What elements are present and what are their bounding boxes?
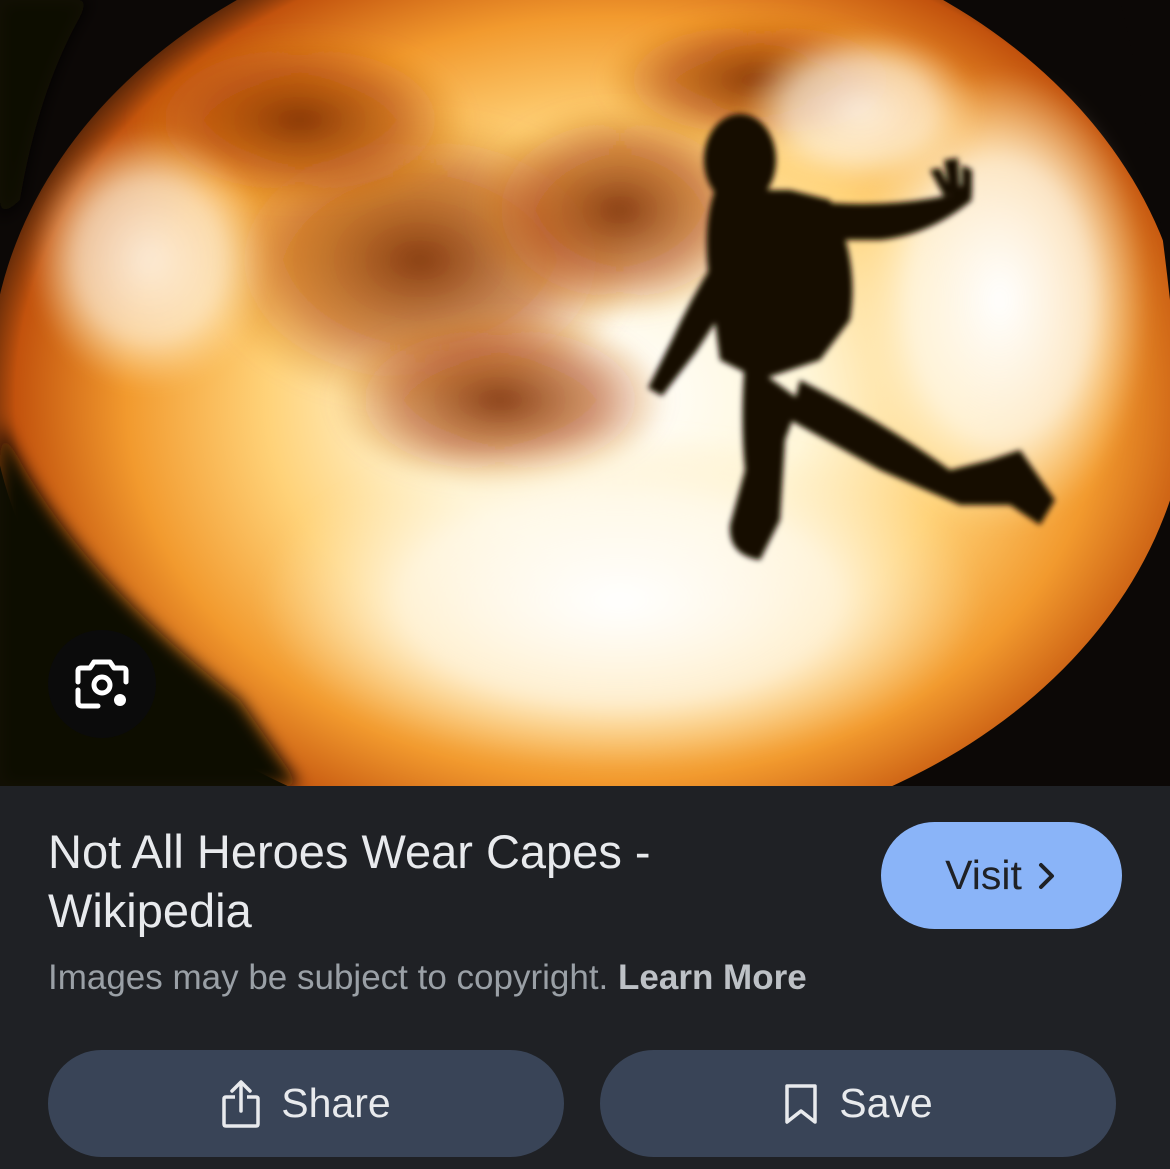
result-info-panel: Not All Heroes Wear Capes - Wikipedia Im… xyxy=(0,786,1170,1169)
share-label: Share xyxy=(281,1080,391,1126)
visit-label: Visit xyxy=(945,852,1022,898)
bookmark-icon xyxy=(783,1082,819,1126)
result-title[interactable]: Not All Heroes Wear Capes - Wikipedia xyxy=(48,822,848,940)
lens-camera-icon xyxy=(74,656,130,712)
result-image[interactable] xyxy=(0,0,1170,786)
share-icon xyxy=(221,1079,261,1129)
save-label: Save xyxy=(839,1080,933,1126)
copyright-text: Images may be subject to copyright. xyxy=(48,958,609,997)
visit-button[interactable]: Visit xyxy=(881,822,1122,929)
lens-search-button[interactable] xyxy=(48,630,156,738)
share-button[interactable]: Share xyxy=(48,1050,564,1157)
chevron-right-icon xyxy=(1036,861,1058,891)
explosion-silhouette-image xyxy=(0,0,1170,786)
save-button[interactable]: Save xyxy=(600,1050,1116,1157)
copyright-notice: Images may be subject to copyright. Lear… xyxy=(48,956,807,1000)
learn-more-link[interactable]: Learn More xyxy=(618,958,807,997)
